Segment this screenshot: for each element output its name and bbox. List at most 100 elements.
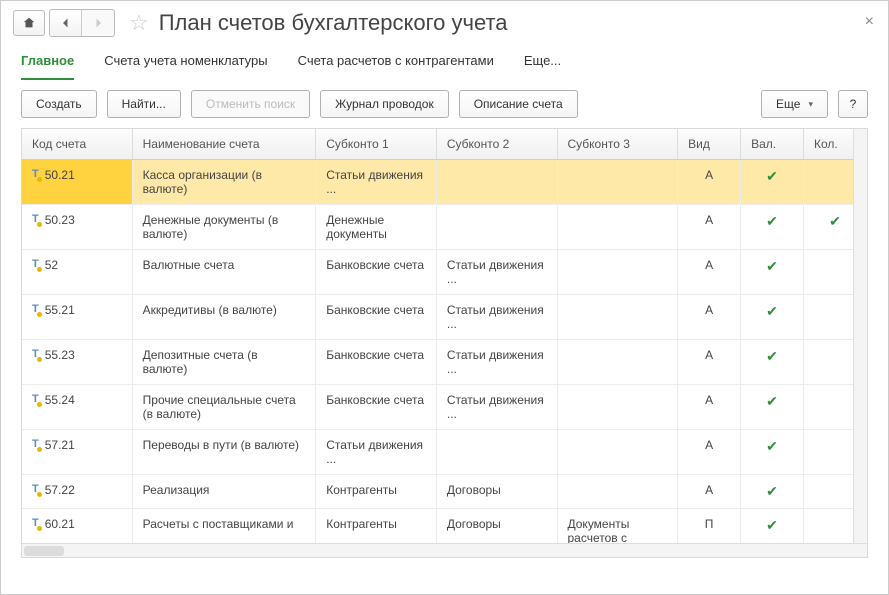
tab-more[interactable]: Еще... — [524, 47, 561, 80]
home-icon — [22, 16, 36, 30]
subkonto2: Статьи движения ... — [436, 250, 557, 295]
account-code: 55.21 — [45, 303, 75, 317]
table-row[interactable]: T50.21Касса организации (в валюте)Статьи… — [22, 160, 867, 205]
subkonto2 — [436, 160, 557, 205]
describe-account-button[interactable]: Описание счета — [459, 90, 578, 118]
table-row[interactable]: T57.21 Переводы в пути (в валюте)Статьи д… — [22, 430, 867, 475]
table-row[interactable]: T52Валютные счетаБанковские счетаСтатьи … — [22, 250, 867, 295]
table-row[interactable]: T50.23Денежные документы (в валюте)Денеж… — [22, 205, 867, 250]
account-name: Денежные документы (в валюте) — [132, 205, 316, 250]
more-button[interactable]: Еще — [761, 90, 828, 118]
code-cell: T60.21 — [32, 517, 122, 531]
col-vid[interactable]: Вид — [678, 129, 741, 160]
account-vid: А — [678, 385, 741, 430]
code-cell: T 57.22 — [32, 483, 122, 497]
cancel-search-button: Отменить поиск — [191, 90, 310, 118]
page-title: План счетов бухгалтерского учета — [159, 10, 508, 36]
account-type-icon: T — [32, 168, 39, 180]
col-sub1[interactable]: Субконто 1 — [316, 129, 437, 160]
subkonto2: Договоры — [436, 475, 557, 509]
tab-nomenclature[interactable]: Счета учета номенклатуры — [104, 47, 267, 80]
tab-main[interactable]: Главное — [21, 47, 74, 80]
scrollbar-thumb[interactable] — [24, 546, 64, 556]
currency-flag: ✔ — [741, 205, 804, 250]
account-code: 50.23 — [45, 213, 75, 227]
account-code: 57.22 — [45, 483, 75, 497]
forward-button[interactable] — [82, 10, 114, 36]
close-icon[interactable]: × — [865, 13, 874, 31]
account-code: 52 — [45, 258, 58, 272]
account-type-icon: T — [32, 303, 39, 315]
account-vid: А — [678, 160, 741, 205]
horizontal-scrollbar[interactable] — [22, 543, 867, 557]
help-button[interactable]: ? — [838, 90, 868, 118]
check-icon: ✔ — [766, 393, 778, 409]
subkonto2: Статьи движения ... — [436, 295, 557, 340]
col-sub3[interactable]: Субконто 3 — [557, 129, 678, 160]
code-cell: T57.21 — [32, 438, 122, 452]
subkonto1: Банковские счета — [316, 295, 437, 340]
account-type-icon: T — [32, 483, 39, 495]
account-vid: А — [678, 295, 741, 340]
check-icon: ✔ — [766, 213, 778, 229]
account-type-icon: T — [32, 438, 39, 450]
table-row[interactable]: T55.23Депозитные счета (в валюте)Банковс… — [22, 340, 867, 385]
arrow-right-icon — [92, 17, 104, 29]
col-val[interactable]: Вал. — [741, 129, 804, 160]
subkonto2: Статьи движения ... — [436, 385, 557, 430]
account-code: 55.23 — [45, 348, 75, 362]
tab-contractors[interactable]: Счета расчетов с контрагентами — [298, 47, 494, 80]
more-button-label: Еще — [776, 97, 800, 111]
table-row[interactable]: T55.24 Прочие специальные счета (в валюте… — [22, 385, 867, 430]
subkonto3 — [557, 385, 678, 430]
subkonto2: Статьи движения ... — [436, 340, 557, 385]
currency-flag: ✔ — [741, 475, 804, 509]
subkonto3 — [557, 430, 678, 475]
account-name: Валютные счета — [132, 250, 316, 295]
back-button[interactable] — [50, 10, 82, 36]
journal-button[interactable]: Журнал проводок — [320, 90, 449, 118]
table-row[interactable]: T 55.21 Аккредитивы (в валюте)Банковские с… — [22, 295, 867, 340]
account-name: Переводы в пути (в валюте) — [132, 430, 316, 475]
home-button[interactable] — [13, 10, 45, 36]
favorite-star-icon[interactable]: ☆ — [129, 10, 149, 36]
subkonto1: Статьи движения ... — [316, 430, 437, 475]
currency-flag: ✔ — [741, 340, 804, 385]
toolbar: Создать Найти... Отменить поиск Журнал п… — [1, 80, 888, 128]
account-vid: А — [678, 475, 741, 509]
currency-flag: ✔ — [741, 385, 804, 430]
subkonto2 — [436, 430, 557, 475]
check-icon: ✔ — [829, 213, 841, 229]
subkonto3 — [557, 340, 678, 385]
subkonto3 — [557, 250, 678, 295]
check-icon: ✔ — [766, 438, 778, 454]
code-cell: T55.24 — [32, 393, 122, 407]
currency-flag: ✔ — [741, 250, 804, 295]
code-cell: T55.23 — [32, 348, 122, 362]
accounts-table: Код счета Наименование счета Субконто 1 … — [22, 129, 867, 554]
code-cell: T50.23 — [32, 213, 122, 227]
check-icon: ✔ — [766, 348, 778, 364]
account-type-icon: T — [32, 258, 39, 270]
account-code: 50.21 — [45, 168, 75, 182]
account-name: Реализация — [132, 475, 316, 509]
vertical-scrollbar[interactable] — [853, 129, 867, 543]
col-sub2[interactable]: Субконто 2 — [436, 129, 557, 160]
account-vid: А — [678, 250, 741, 295]
account-type-icon: T — [32, 393, 39, 405]
account-name: Аккредитивы (в валюте) — [132, 295, 316, 340]
account-name: Депозитные счета (в валюте) — [132, 340, 316, 385]
col-name[interactable]: Наименование счета — [132, 129, 316, 160]
account-name: Прочие специальные счета (в валюте) — [132, 385, 316, 430]
currency-flag: ✔ — [741, 160, 804, 205]
check-icon: ✔ — [766, 168, 778, 184]
check-icon: ✔ — [766, 258, 778, 274]
currency-flag: ✔ — [741, 430, 804, 475]
subkonto3 — [557, 160, 678, 205]
table-row[interactable]: T57.22РеализацияКонтрагентыДоговорыА✔ — [22, 475, 867, 509]
find-button[interactable]: Найти... — [107, 90, 181, 118]
create-button[interactable]: Создать — [21, 90, 97, 118]
subkonto3 — [557, 205, 678, 250]
subkonto1: Статьи движения ... — [316, 160, 437, 205]
col-code[interactable]: Код счета — [22, 129, 132, 160]
